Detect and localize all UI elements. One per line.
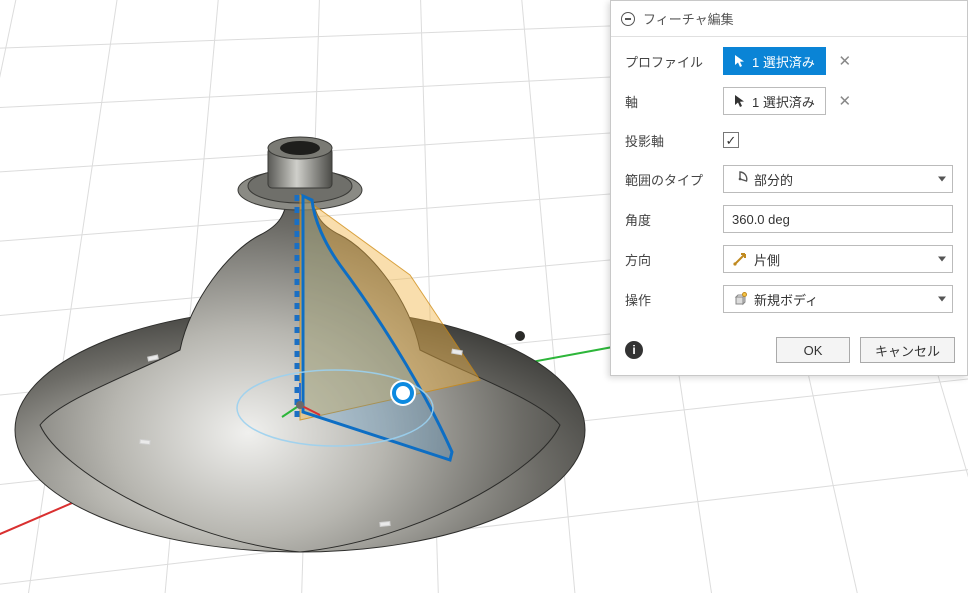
direction-label: 方向 (625, 250, 713, 269)
angle-input-wrapper (723, 205, 953, 233)
partial-angle-icon (732, 171, 748, 187)
panel-collapse-button[interactable] (621, 12, 635, 26)
profile-selection-chip[interactable]: 1 選択済み (723, 47, 826, 75)
chevron-down-icon (938, 297, 946, 302)
extent-type-label: 範囲のタイプ (625, 170, 713, 189)
cancel-button[interactable]: キャンセル (860, 337, 955, 363)
direction-value: 片側 (754, 250, 780, 269)
axis-selection-text: 1 選択済み (752, 92, 815, 111)
panel-title: フィーチャ編集 (643, 9, 734, 28)
new-body-icon (732, 291, 748, 307)
info-button[interactable]: i (625, 341, 643, 359)
operation-label: 操作 (625, 290, 713, 309)
chevron-down-icon (938, 177, 946, 182)
projection-axis-label: 投影軸 (625, 131, 713, 150)
extent-type-dropdown[interactable]: 部分的 (723, 165, 953, 193)
profile-label: プロファイル (625, 52, 713, 71)
axis-label: 軸 (625, 92, 713, 111)
feature-edit-panel: フィーチャ編集 プロファイル 1 選択済み ✕ 軸 1 選択済み ✕ (610, 0, 968, 376)
angle-label: 角度 (625, 210, 713, 229)
one-side-icon (732, 251, 748, 267)
axis-selection-chip[interactable]: 1 選択済み (723, 87, 826, 115)
ok-button[interactable]: OK (776, 337, 850, 363)
projection-axis-checkbox[interactable] (723, 132, 739, 148)
axis-clear-button[interactable]: ✕ (832, 88, 858, 114)
operation-dropdown[interactable]: 新規ボディ (723, 285, 953, 313)
extent-type-value: 部分的 (754, 170, 793, 189)
cursor-icon (734, 94, 746, 108)
chevron-down-icon (938, 257, 946, 262)
model-dimple (515, 331, 525, 341)
direction-dropdown[interactable]: 片側 (723, 245, 953, 273)
profile-clear-button[interactable]: ✕ (832, 48, 858, 74)
operation-value: 新規ボディ (754, 290, 818, 309)
angle-input[interactable] (732, 212, 944, 227)
model-bore (280, 141, 320, 155)
profile-selection-text: 1 選択済み (752, 52, 815, 71)
manipulator-handle[interactable] (392, 382, 414, 404)
cursor-icon (734, 54, 746, 68)
